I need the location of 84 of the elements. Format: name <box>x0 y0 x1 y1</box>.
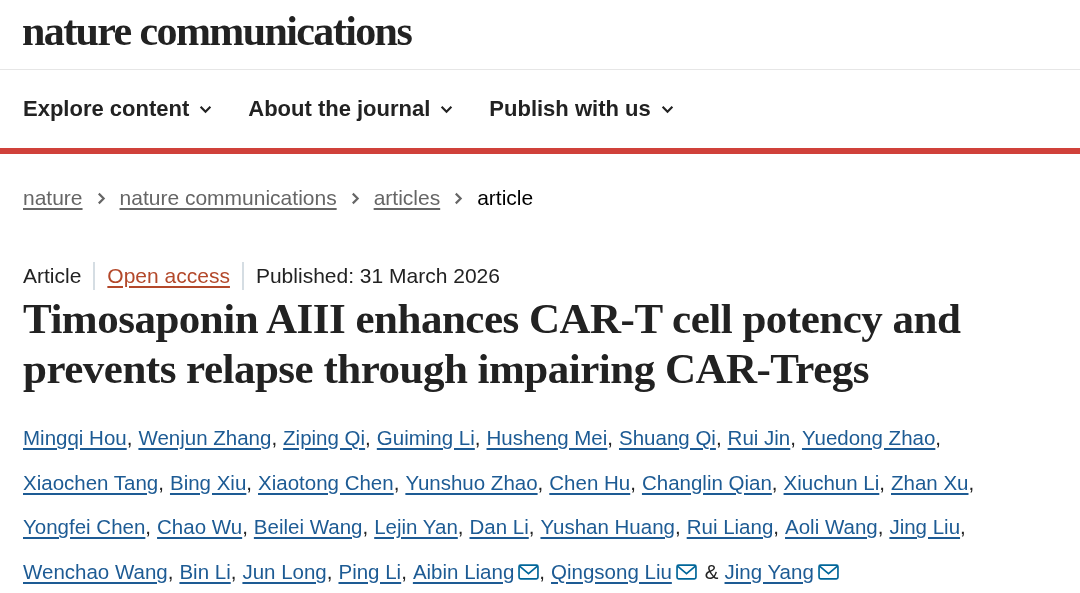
author-separator: , <box>537 470 544 495</box>
author-link[interactable]: Xiaochen Tang <box>23 470 159 495</box>
author-separator: , <box>607 426 613 451</box>
author-link[interactable]: Bin Li <box>179 559 231 584</box>
breadcrumb-link[interactable]: nature communications <box>119 186 337 210</box>
author-separator: & <box>704 559 719 584</box>
article-meta-text: Article <box>23 264 82 288</box>
author-link[interactable]: Wenchao Wang <box>23 559 168 584</box>
author-link[interactable]: Yushan Huang <box>540 515 675 540</box>
author-separator: , <box>675 515 681 540</box>
author-link[interactable]: Changlin Qian <box>641 470 772 495</box>
author-separator: , <box>167 559 174 584</box>
author-separator: , <box>230 559 237 584</box>
author-link[interactable]: Chen Hu <box>549 470 631 495</box>
author-link[interactable]: Qingsong Liu <box>551 559 672 584</box>
author-link[interactable]: Jun Long <box>242 559 327 584</box>
breadcrumb-link[interactable]: articles <box>373 186 441 210</box>
author-link[interactable]: Jing Liu <box>889 515 961 540</box>
author-link[interactable]: Lejin Yan <box>374 515 458 540</box>
author-link[interactable]: Husheng Mei <box>486 426 608 451</box>
author-separator: , <box>393 470 400 495</box>
author-link[interactable]: Wenjun Zhang <box>138 426 272 451</box>
author-separator: , <box>158 470 164 495</box>
breadcrumb-link[interactable]: nature <box>23 186 83 210</box>
nav-menu-button[interactable]: Explore content <box>23 96 213 122</box>
nav-menu-button[interactable]: Publish with us <box>489 96 674 122</box>
author-separator: , <box>457 515 464 540</box>
chevron-right-icon <box>96 191 106 205</box>
author-link[interactable]: Yongfei Chen <box>23 515 146 540</box>
author-separator: , <box>271 426 278 451</box>
author-link[interactable]: Rui Liang <box>686 515 774 540</box>
author-link[interactable]: Chao Wu <box>157 515 243 540</box>
author-separator: , <box>242 515 248 540</box>
article-meta-text: Published: 31 March 2026 <box>255 264 500 288</box>
author-separator: , <box>145 515 152 540</box>
mail-icon[interactable] <box>817 563 839 580</box>
author-separator: , <box>715 426 722 451</box>
author-link[interactable]: Bing Xiu <box>169 470 247 495</box>
author-link[interactable]: Rui Jin <box>727 426 791 451</box>
author-link[interactable]: Shuang Qi <box>619 426 716 451</box>
author-link[interactable]: Yunshuo Zhao <box>405 470 538 495</box>
chevron-right-icon <box>454 191 464 205</box>
author-link[interactable]: Xiaotong Chen <box>258 470 394 495</box>
mail-icon[interactable] <box>518 563 540 580</box>
mail-icon[interactable] <box>675 563 697 580</box>
open-access-link[interactable]: Open access <box>107 264 230 288</box>
author-link[interactable]: Ziping Qi <box>283 426 366 451</box>
author-separator: , <box>365 426 371 451</box>
author-separator: , <box>773 515 779 540</box>
author-separator: , <box>790 426 796 451</box>
author-separator: , <box>401 559 407 584</box>
chevron-right-icon <box>350 191 360 205</box>
author-separator: , <box>771 470 778 495</box>
author-separator: , <box>935 426 942 451</box>
author-separator: , <box>877 515 884 540</box>
author-link[interactable]: Yuedong Zhao <box>801 426 936 451</box>
author-link[interactable]: Dan Li <box>469 515 529 540</box>
article-title: Timosaponin AIII enhances CAR-T cell potency and prevents relapse through impairing CAR-Tregs <box>23 294 962 394</box>
author-link[interactable]: Beilei Wang <box>253 515 363 540</box>
chevron-down-icon <box>660 104 674 114</box>
author-separator: , <box>246 470 253 495</box>
chevron-down-icon <box>440 104 454 114</box>
author-link[interactable]: Aibin Liang <box>412 559 515 584</box>
author-separator: , <box>474 426 481 451</box>
author-link[interactable]: Ping Li <box>338 559 402 584</box>
nav-menu-button[interactable]: About the journal <box>248 96 454 122</box>
site-logo[interactable]: nature communications <box>22 9 412 52</box>
author-link[interactable]: Aoli Wang <box>785 515 878 540</box>
chevron-down-icon <box>199 104 213 114</box>
author-link[interactable]: Guiming Li <box>376 426 475 451</box>
author-separator: , <box>126 426 133 451</box>
author-separator: , <box>960 515 966 540</box>
author-separator: , <box>879 470 885 495</box>
author-separator: , <box>528 515 535 540</box>
author-separator: , <box>539 559 546 584</box>
author-link[interactable]: Zhan Xu <box>891 470 969 495</box>
author-link[interactable]: Jing Yang <box>724 559 814 584</box>
breadcrumb-current: article <box>477 186 534 210</box>
author-separator: , <box>968 470 975 495</box>
author-separator: , <box>362 515 369 540</box>
author-separator: , <box>326 559 333 584</box>
author-separator: , <box>630 470 636 495</box>
author-link[interactable]: Xiuchun Li <box>783 470 880 495</box>
author-link[interactable]: Mingqi Hou <box>23 426 127 451</box>
